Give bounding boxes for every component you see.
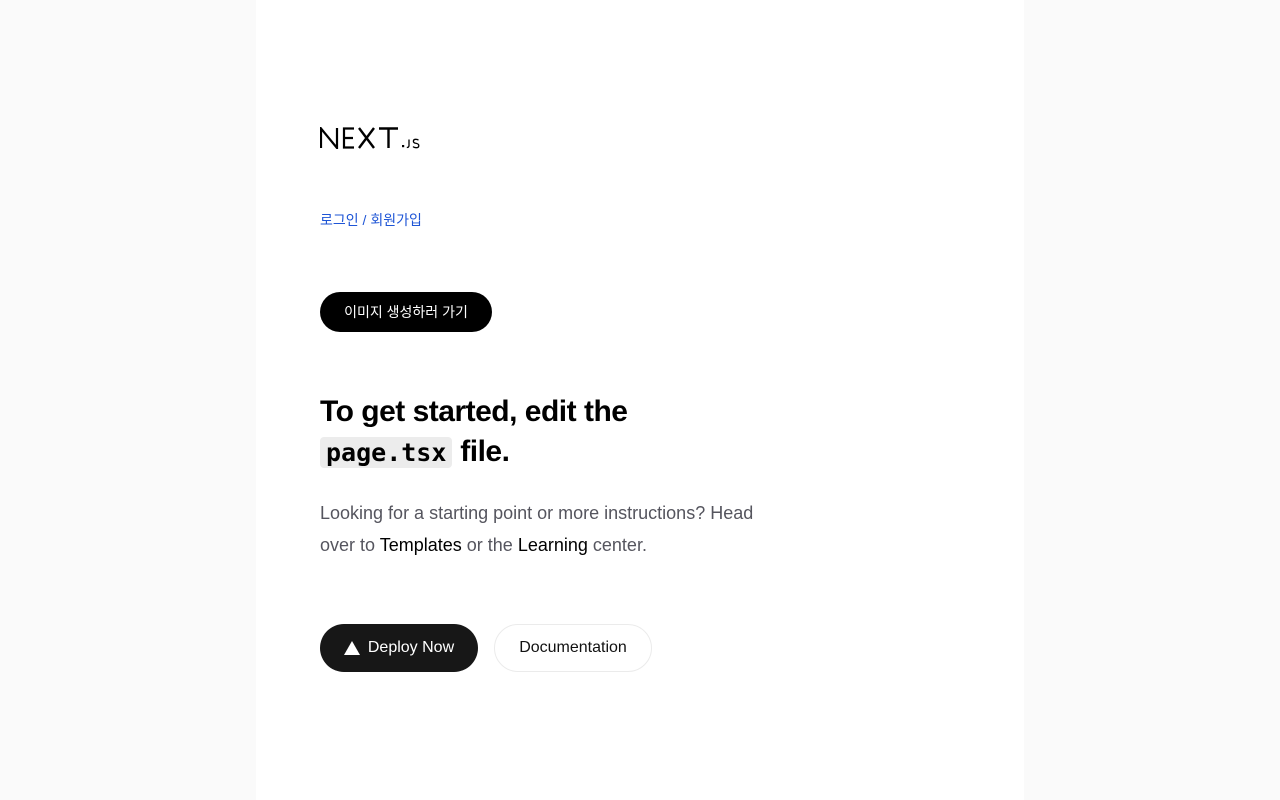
headline-line1: To get started, edit the (320, 395, 628, 428)
auth-links: 로그인 / 회원가입 (320, 210, 422, 230)
description-part3: center. (592, 535, 647, 555)
description: Looking for a starting point or more ins… (320, 497, 790, 561)
page-title: To get started, edit the page.tsx file. (320, 392, 760, 473)
documentation-button[interactable]: Documentation (494, 624, 652, 672)
deploy-now-button[interactable]: Deploy Now (320, 624, 478, 672)
login-link[interactable]: 로그인 (320, 212, 359, 228)
headline-line2: file. (460, 435, 510, 468)
learning-link[interactable]: Learning (518, 535, 588, 555)
code-filename: page.tsx (320, 437, 453, 468)
description-part2: or the (466, 535, 513, 555)
generate-image-button[interactable]: 이미지 생성하러 가기 (320, 292, 492, 332)
signup-link[interactable]: 회원가입 (370, 212, 422, 228)
auth-separator: / (362, 212, 367, 228)
main-content: 로그인 / 회원가입 이미지 생성하러 가기 To get started, e… (256, 0, 1024, 800)
templates-link[interactable]: Templates (380, 535, 462, 555)
deploy-now-label: Deploy Now (367, 639, 455, 656)
vercel-triangle-icon (343, 641, 360, 655)
nextjs-logo (320, 127, 420, 149)
